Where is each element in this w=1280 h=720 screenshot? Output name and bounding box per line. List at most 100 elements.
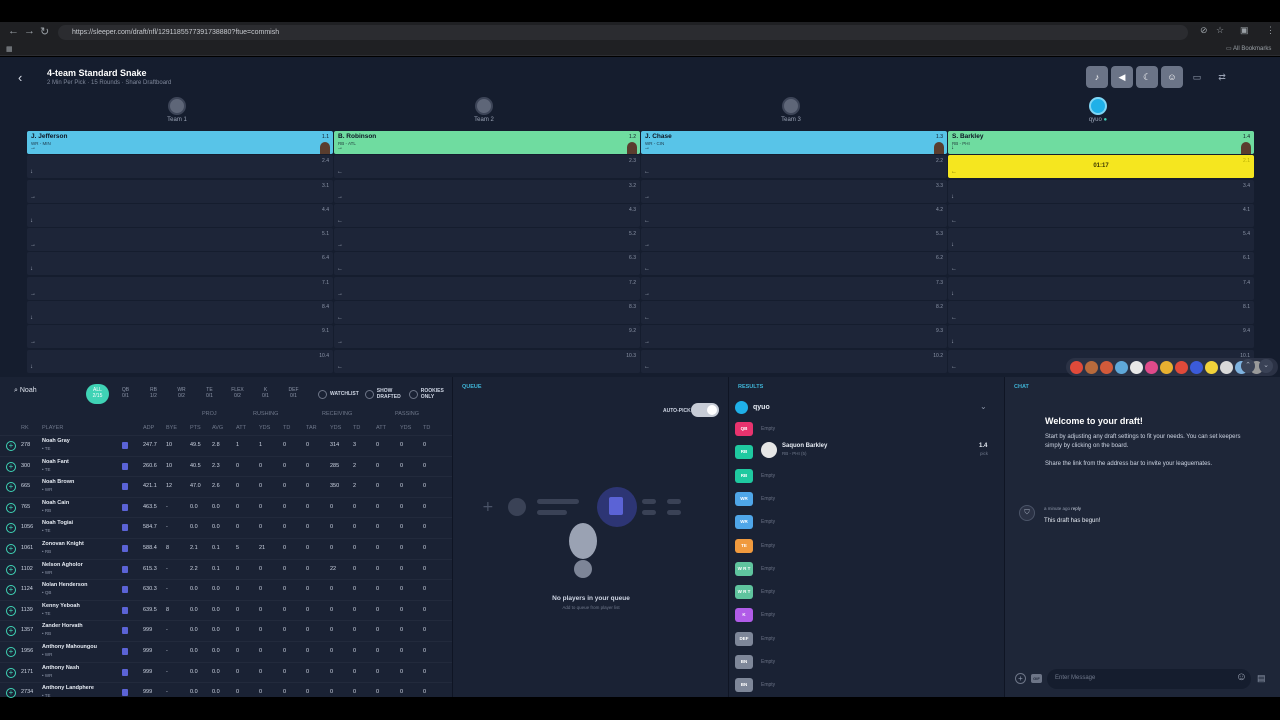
news-icon[interactable]: [122, 689, 128, 697]
extensions-icon[interactable]: ▣: [1240, 25, 1249, 36]
draft-pick-cell[interactable]: 4.1 ←: [948, 203, 1254, 227]
add-to-queue-icon[interactable]: +: [6, 647, 16, 657]
player-name[interactable]: Noah Cain: [42, 500, 69, 506]
draft-pick-cell[interactable]: 9.1 →: [27, 325, 333, 349]
player-name[interactable]: Nolan Henderson: [42, 582, 88, 588]
add-to-queue-icon[interactable]: +: [6, 564, 16, 575]
draft-pick-cell[interactable]: 8.2 ←: [641, 301, 947, 325]
draft-pick-cell[interactable]: B. Robinson RB - ATL 1.2 →: [334, 131, 640, 154]
draft-pick-cell[interactable]: 10.4 ↓: [27, 349, 333, 373]
table-row[interactable]: +765 Noah Cain • RB 463.5 - 0.0 0.0 0 0 0 0 0 0 0 0 0: [0, 496, 452, 517]
add-to-queue-icon[interactable]: +: [6, 523, 16, 534]
draft-pick-cell[interactable]: 5.3 →: [641, 228, 947, 252]
draft-pick-cell[interactable]: 5.4 ↓: [948, 228, 1254, 252]
player-name[interactable]: Anthony Landphere: [42, 685, 94, 691]
draft-pick-cell[interactable]: 3.3 →: [641, 179, 947, 203]
draft-pick-cell[interactable]: 5.1 →: [27, 228, 333, 252]
draft-pick-cell[interactable]: 10.3 ←: [334, 349, 640, 373]
col-header[interactable]: TAR: [306, 425, 317, 431]
draft-pick-cell[interactable]: 9.2 →: [334, 325, 640, 349]
draft-pick-cell[interactable]: 3.4 ↓: [948, 179, 1254, 203]
compress-icon[interactable]: ⇄: [1211, 66, 1233, 88]
add-to-queue-icon[interactable]: +: [6, 441, 16, 451]
reaction-emoji[interactable]: [1100, 360, 1113, 374]
star-icon[interactable]: ☆: [1216, 25, 1224, 36]
col-header[interactable]: ATT: [236, 425, 246, 431]
address-bar[interactable]: https://sleeper.com/draft/nfl/1291185577…: [58, 25, 1188, 40]
col-header[interactable]: YDS: [400, 425, 411, 431]
reaction-emoji[interactable]: [1160, 360, 1173, 374]
table-row[interactable]: +665 Noah Brown • WR 421.1 12 47.0 2.6 0 0 0 0 350 2…: [0, 476, 452, 496]
gif-button[interactable]: GIF: [1031, 674, 1042, 683]
draft-pick-cell[interactable]: J. Jefferson WR - MIN 1.1 →: [27, 131, 333, 154]
team-header[interactable]: qyuo ●: [1068, 97, 1128, 123]
table-row[interactable]: +278 Noah Gray • TE 247.7 10 49.5 2.8 1 1 0 0 314 3 0…: [0, 435, 452, 455]
reload-icon[interactable]: ↻: [40, 25, 49, 38]
emoji-icon[interactable]: ☺: [1236, 671, 1247, 683]
col-header[interactable]: YDS: [330, 425, 341, 431]
news-icon[interactable]: [122, 565, 128, 573]
news-icon[interactable]: [122, 668, 128, 676]
news-icon[interactable]: [122, 503, 128, 511]
tab-rb[interactable]: RB 1/2: [142, 384, 165, 404]
player-name[interactable]: Nelson Agholor: [42, 562, 83, 568]
draft-subtitle[interactable]: 2 Min Per Pick · 15 Rounds · Share Draft…: [47, 80, 171, 86]
player-name[interactable]: Noah Gray: [42, 438, 70, 444]
col-header[interactable]: TD: [423, 425, 430, 431]
table-row[interactable]: +2734 Anthony Landphere • TE 999 - 0.0 0.0 0 0 0 0…: [0, 682, 452, 702]
add-to-queue-icon[interactable]: +: [6, 688, 16, 699]
auto-pick-toggle[interactable]: [691, 403, 719, 417]
plus-icon[interactable]: +: [1015, 673, 1026, 684]
all-bookmarks-link[interactable]: ▭ All Bookmarks: [1226, 45, 1271, 52]
drafted-player-name[interactable]: Saquon Barkley: [782, 443, 827, 449]
news-icon[interactable]: [122, 483, 128, 491]
draft-pick-cell[interactable]: 5.2 →: [334, 228, 640, 252]
col-header[interactable]: ADP: [143, 425, 154, 431]
tab-flex[interactable]: FLEX 0/2: [226, 384, 249, 404]
table-row[interactable]: +300 Noah Fant • TE 260.6 10 40.5 2.3 0 0 0 0 285 2 0…: [0, 455, 452, 476]
player-search[interactable]: ⌕ Noah: [14, 387, 74, 395]
news-icon[interactable]: [122, 606, 128, 614]
reaction-emoji[interactable]: [1205, 360, 1218, 374]
draft-pick-cell[interactable]: 4.2 ←: [641, 203, 947, 227]
bell-icon[interactable]: ♪: [1086, 66, 1108, 88]
back-chevron-icon[interactable]: ‹: [18, 70, 22, 85]
tab-qb[interactable]: QB 0/1: [114, 384, 137, 404]
player-name[interactable]: Anthony Nash: [42, 665, 79, 671]
draft-pick-cell[interactable]: J. Chase WR - CIN 1.3 →: [641, 131, 947, 154]
add-to-queue-icon[interactable]: +: [6, 585, 16, 596]
reaction-emoji[interactable]: [1145, 360, 1158, 374]
apps-grid-icon[interactable]: ▦: [6, 45, 13, 53]
col-header[interactable]: PTS: [190, 425, 201, 431]
news-icon[interactable]: [122, 586, 128, 594]
col-header[interactable]: BYE: [166, 425, 177, 431]
player-name[interactable]: Anthony Mahoungou: [42, 644, 97, 650]
draft-pick-cell[interactable]: 9.4 ↓: [948, 325, 1254, 349]
team-header[interactable]: Team 1: [147, 97, 207, 123]
reaction-emoji[interactable]: [1070, 360, 1083, 374]
col-header[interactable]: AVG: [212, 425, 223, 431]
draft-pick-cell[interactable]: 7.2 →: [334, 276, 640, 300]
table-row[interactable]: +1056 Noah Togiai • TE 584.7 - 0.0 0.0 0 0 0 0 0 0 0 0…: [0, 517, 452, 537]
rookies-only-filter[interactable]: ROOKIES ONLY: [408, 388, 447, 400]
draft-pick-cell[interactable]: 9.3 →: [641, 325, 947, 349]
results-user-dropdown[interactable]: ⌄: [980, 402, 987, 411]
draft-pick-cell[interactable]: S. Barkley RB - PHI 1.4 ↓: [948, 131, 1254, 154]
chevron-up-icon[interactable]: ⌃: [1241, 359, 1255, 373]
moon-icon[interactable]: ☾: [1136, 66, 1158, 88]
on-the-clock-cell[interactable]: 01:17 2.1 ←: [948, 155, 1254, 179]
smiley-icon[interactable]: ☺: [1161, 66, 1183, 88]
col-header[interactable]: RK: [21, 425, 29, 431]
reaction-emoji[interactable]: [1115, 360, 1128, 374]
monitor-icon[interactable]: ▭: [1186, 66, 1208, 88]
attachment-icon[interactable]: ▤: [1257, 673, 1266, 684]
add-to-queue-icon[interactable]: +: [6, 482, 16, 493]
reaction-emoji[interactable]: [1130, 360, 1143, 374]
draft-pick-cell[interactable]: 7.1 →: [27, 276, 333, 300]
news-icon[interactable]: [122, 462, 128, 470]
forward-arrow-icon[interactable]: →: [24, 25, 35, 37]
draft-pick-cell[interactable]: 3.1 →: [27, 179, 333, 203]
draft-pick-cell[interactable]: 2.2 ←: [641, 155, 947, 179]
table-row[interactable]: +1956 Anthony Mahoungou • WR 999 - 0.0 0.0 0 0 0 0…: [0, 641, 452, 661]
team-header[interactable]: Team 3: [761, 97, 821, 123]
